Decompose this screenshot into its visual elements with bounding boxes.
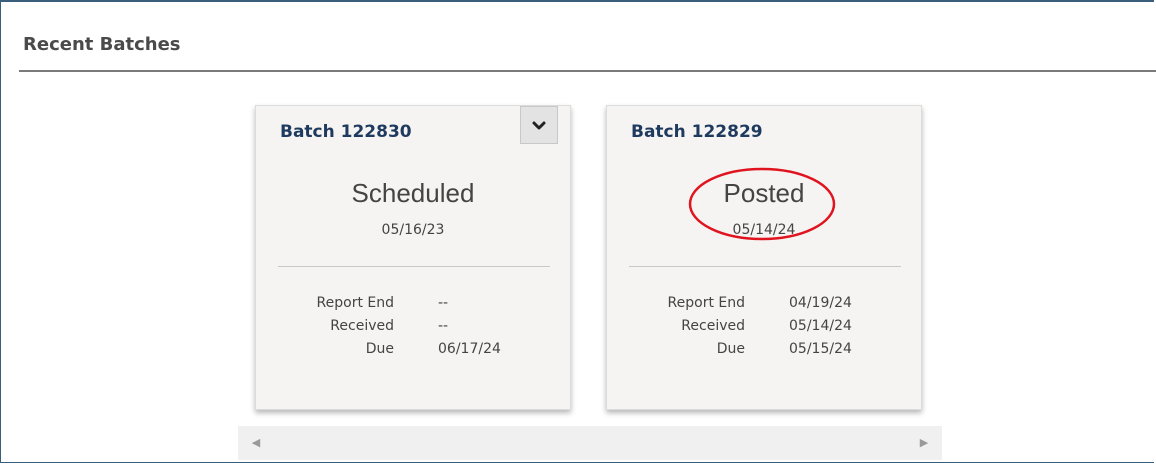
- batch-title[interactable]: Batch 122830: [280, 122, 412, 142]
- detail-label: Due: [716, 341, 745, 357]
- detail-label: Received: [330, 318, 394, 334]
- detail-row-received: Received --: [286, 318, 556, 341]
- detail-value: --: [438, 318, 449, 334]
- detail-label: Report End: [316, 295, 394, 311]
- detail-label: Received: [681, 318, 745, 334]
- batch-card[interactable]: Batch 122829 Posted 05/14/24 Report End …: [606, 105, 922, 410]
- card-divider: [278, 266, 550, 267]
- batch-status: Scheduled: [351, 178, 475, 208]
- detail-row-report-end: Report End --: [286, 295, 556, 318]
- batch-details: Report End -- Received -- Due 06/17/24: [286, 295, 556, 364]
- batch-title[interactable]: Batch 122829: [631, 122, 763, 142]
- horizontal-scrollbar[interactable]: ◀ ▶: [238, 426, 942, 460]
- chevron-down-icon: [532, 116, 546, 135]
- header-divider: [19, 70, 1156, 72]
- detail-value: 06/17/24: [438, 341, 501, 357]
- detail-value: --: [438, 295, 449, 311]
- annotation-ring: [688, 167, 836, 241]
- detail-row-due: Due 05/15/24: [637, 341, 907, 364]
- detail-row-received: Received 05/14/24: [637, 318, 907, 341]
- detail-label: Due: [365, 341, 394, 357]
- panel-title: Recent Batches: [23, 34, 181, 55]
- detail-value: 05/14/24: [789, 318, 852, 334]
- right-arrow-icon[interactable]: ▶: [916, 434, 932, 452]
- batch-details: Report End 04/19/24 Received 05/14/24 Du…: [637, 295, 907, 364]
- detail-value: 05/15/24: [789, 341, 852, 357]
- card-menu-button[interactable]: [520, 106, 558, 144]
- detail-value: 04/19/24: [789, 295, 852, 311]
- detail-row-due: Due 06/17/24: [286, 341, 556, 364]
- card-divider: [629, 266, 901, 267]
- detail-label: Report End: [667, 295, 745, 311]
- left-arrow-icon[interactable]: ◀: [248, 434, 264, 452]
- recent-batches-panel: Recent Batches Batch 122830 Scheduled 05…: [0, 0, 1156, 463]
- batch-status-date: 05/16/23: [381, 222, 445, 238]
- batch-card[interactable]: Batch 122830 Scheduled 05/16/23 Report E…: [255, 105, 571, 410]
- detail-row-report-end: Report End 04/19/24: [637, 295, 907, 318]
